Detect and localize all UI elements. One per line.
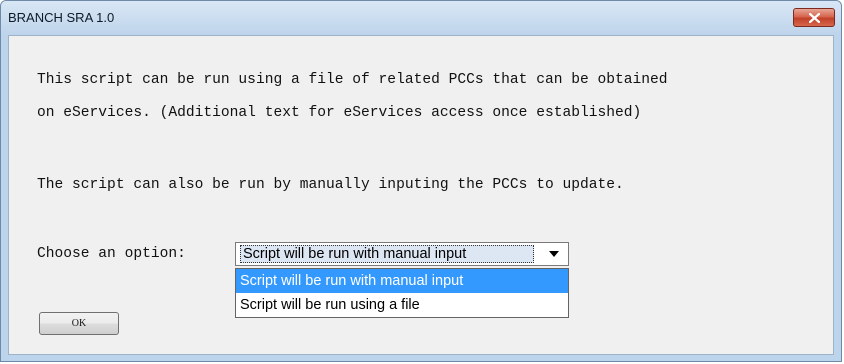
dropdown-option-file[interactable]: Script will be run using a file — [236, 293, 568, 317]
ok-button[interactable]: OK — [39, 312, 119, 335]
description-line-1: This script can be run using a file of r… — [37, 72, 668, 88]
option-dropdown[interactable]: Script will be run with manual input — [235, 242, 569, 266]
dropdown-option-manual[interactable]: Script will be run with manual input — [236, 269, 568, 293]
close-x-icon — [809, 13, 820, 23]
dropdown-selected-value[interactable]: Script will be run with manual input — [240, 245, 534, 263]
close-button[interactable] — [793, 8, 835, 27]
title-bar[interactable]: BRANCH SRA 1.0 — [1, 1, 841, 35]
chevron-down-icon[interactable] — [544, 246, 564, 262]
choose-option-label: Choose an option: — [37, 246, 186, 262]
window-title: BRANCH SRA 1.0 — [8, 10, 115, 25]
description-line-2: on eServices. (Additional text for eServ… — [37, 105, 642, 121]
dialog-window: BRANCH SRA 1.0 This script can be run us… — [0, 0, 842, 362]
description-line-3: The script can also be run by manually i… — [37, 177, 624, 193]
dialog-body: This script can be run using a file of r… — [8, 35, 834, 355]
dropdown-options-list: Script will be run with manual input Scr… — [235, 268, 569, 318]
